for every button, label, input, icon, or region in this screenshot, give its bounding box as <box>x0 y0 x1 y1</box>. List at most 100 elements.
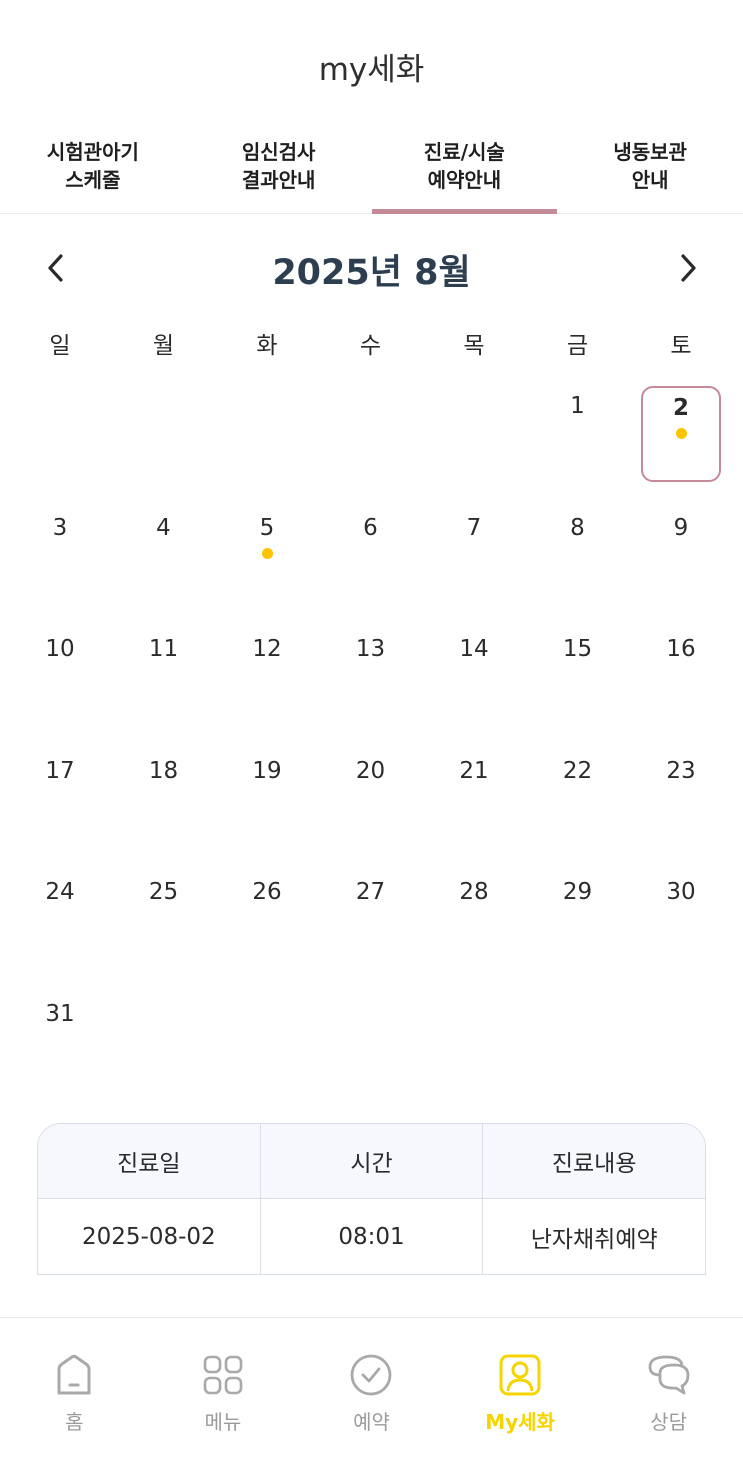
weekday-label: 토 <box>670 333 692 359</box>
nav-label: 메뉴 <box>204 1410 242 1434</box>
month-header: 2025년 8월 <box>0 240 743 296</box>
month-title: 2025년 8월 <box>272 253 471 293</box>
calendar-day[interactable]: 28 <box>434 872 514 968</box>
day-number: 31 <box>45 1000 75 1027</box>
calendar-day[interactable]: 4 <box>124 508 204 604</box>
day-number: 26 <box>252 879 282 905</box>
nav-reservation[interactable]: 예약 <box>297 1318 446 1477</box>
appointment-dot-indicator <box>261 547 273 559</box>
tab-pregnancy-test[interactable]: 임신검사 결과안내 <box>186 134 372 213</box>
nav-home[interactable]: 홈 <box>0 1318 149 1477</box>
day-number: 3 <box>52 514 68 541</box>
calendar-day[interactable]: 15 <box>538 629 618 725</box>
tab-label: 냉동보관 안내 <box>613 140 687 192</box>
calendar-day[interactable]: 30 <box>641 872 721 968</box>
calendar-day[interactable]: 13 <box>331 629 411 725</box>
calendar-day[interactable]: 21 <box>434 751 514 847</box>
day-number: 24 <box>45 879 75 905</box>
calendar-day[interactable]: 26 <box>227 872 307 968</box>
calendar-day[interactable]: 8 <box>538 508 618 604</box>
user-icon <box>497 1352 543 1398</box>
calendar-day[interactable]: 20 <box>331 751 411 847</box>
table-row: 2025-08-02 08:01 난자채취예약 <box>38 1199 705 1274</box>
column-header-content: 진료내용 <box>482 1124 705 1198</box>
tab-label: 진료/시술 예약안내 <box>423 140 505 192</box>
day-number: 11 <box>148 636 179 662</box>
nav-label: My세화 <box>485 1410 555 1434</box>
day-number: 13 <box>355 636 386 662</box>
nav-menu[interactable]: 메뉴 <box>149 1318 298 1477</box>
calendar-day[interactable]: 9 <box>641 508 721 604</box>
weekday-label: 월 <box>152 333 175 359</box>
appointment-content: 난자채취예약 <box>482 1199 705 1274</box>
day-number: 17 <box>45 757 75 784</box>
appointment-table: 진료일 시간 진료내용 2025-08-02 08:01 난자채취예약 <box>37 1123 706 1275</box>
appointment-dot-indicator <box>675 428 687 439</box>
nav-label: 홈 <box>65 1410 84 1434</box>
day-number: 4 <box>156 514 171 541</box>
day-number: 8 <box>570 514 585 541</box>
calendar-day[interactable]: 17 <box>20 751 100 847</box>
tab-label: 시험관아기 스케줄 <box>46 140 139 192</box>
calendar-day[interactable]: 12 <box>227 629 307 725</box>
chevron-right-icon <box>681 254 696 282</box>
bottom-navigation: 홈 메뉴 예약 My세화 상담 <box>0 1317 743 1477</box>
tab-cryo-storage[interactable]: 냉동보관 안내 <box>557 134 743 213</box>
tab-ivf-schedule[interactable]: 시험관아기 스케줄 <box>0 134 186 213</box>
calendar-day[interactable]: 18 <box>124 751 204 847</box>
calendar-day[interactable]: 11 <box>124 629 204 725</box>
next-month-button[interactable] <box>668 248 708 288</box>
calendar-day[interactable]: 1 <box>538 386 618 482</box>
tab-bar: 시험관아기 스케줄 임신검사 결과안내 진료/시술 예약안내 냉동보관 안내 <box>0 134 743 214</box>
calendar-day[interactable]: 23 <box>641 751 721 847</box>
home-icon <box>51 1352 97 1398</box>
calendar-day[interactable]: 5 <box>227 508 307 604</box>
day-number: 5 <box>259 514 275 541</box>
day-number: 18 <box>148 757 179 784</box>
column-header-time: 시간 <box>259 1124 483 1198</box>
app-title: my세화 <box>318 52 425 88</box>
day-number: 29 <box>562 879 593 905</box>
calendar-day[interactable]: 6 <box>331 508 411 604</box>
appointment-time: 08:01 <box>259 1199 483 1274</box>
calendar-day[interactable]: 24 <box>20 872 100 968</box>
calendar-day[interactable]: 14 <box>434 629 514 725</box>
calendar-day[interactable]: 29 <box>538 872 618 968</box>
day-number: 9 <box>673 514 689 541</box>
active-tab-indicator <box>371 209 558 214</box>
calendar-day-selected[interactable]: 2 <box>641 386 721 482</box>
weekday-label: 일 <box>49 333 71 359</box>
chat-icon <box>646 1352 692 1398</box>
day-number: 1 <box>570 393 585 419</box>
nav-label: 상담 <box>650 1410 688 1434</box>
day-number: 28 <box>459 879 489 905</box>
calendar-day[interactable]: 27 <box>331 872 411 968</box>
day-number: 12 <box>252 636 282 662</box>
weekday-label: 금 <box>566 333 589 359</box>
day-number: 22 <box>562 757 593 784</box>
calendar-day[interactable]: 25 <box>124 872 204 968</box>
tab-appointment-info[interactable]: 진료/시술 예약안내 <box>371 134 558 214</box>
day-number: 2 <box>672 395 689 421</box>
day-number: 19 <box>252 757 282 784</box>
menu-grid-icon <box>200 1352 246 1398</box>
table-header-row: 진료일 시간 진료내용 <box>38 1124 705 1199</box>
day-number: 23 <box>666 757 696 784</box>
calendar-day[interactable]: 10 <box>20 629 100 725</box>
day-number: 27 <box>355 879 386 905</box>
calendar-day[interactable]: 19 <box>227 751 307 847</box>
calendar-day[interactable]: 31 <box>20 994 100 1090</box>
weekday-label: 목 <box>463 333 485 359</box>
calendar-grid: 1 2 3 4 5 6 7 8 9 10 11 12 13 14 15 16 17 18 19 20 21 22 23 24 2… <box>0 386 743 1086</box>
calendar-day[interactable]: 16 <box>641 629 721 725</box>
day-number: 21 <box>459 757 489 784</box>
day-number: 15 <box>562 636 593 662</box>
weekday-label: 화 <box>256 333 278 359</box>
calendar-day[interactable]: 22 <box>538 751 618 847</box>
calendar-day[interactable]: 3 <box>20 508 100 604</box>
calendar-day[interactable]: 7 <box>434 508 514 604</box>
tab-label: 임신검사 결과안내 <box>241 140 316 192</box>
nav-consult[interactable]: 상담 <box>594 1318 743 1477</box>
nav-my-sehwa[interactable]: My세화 <box>446 1318 595 1477</box>
weekday-label: 수 <box>359 333 382 359</box>
